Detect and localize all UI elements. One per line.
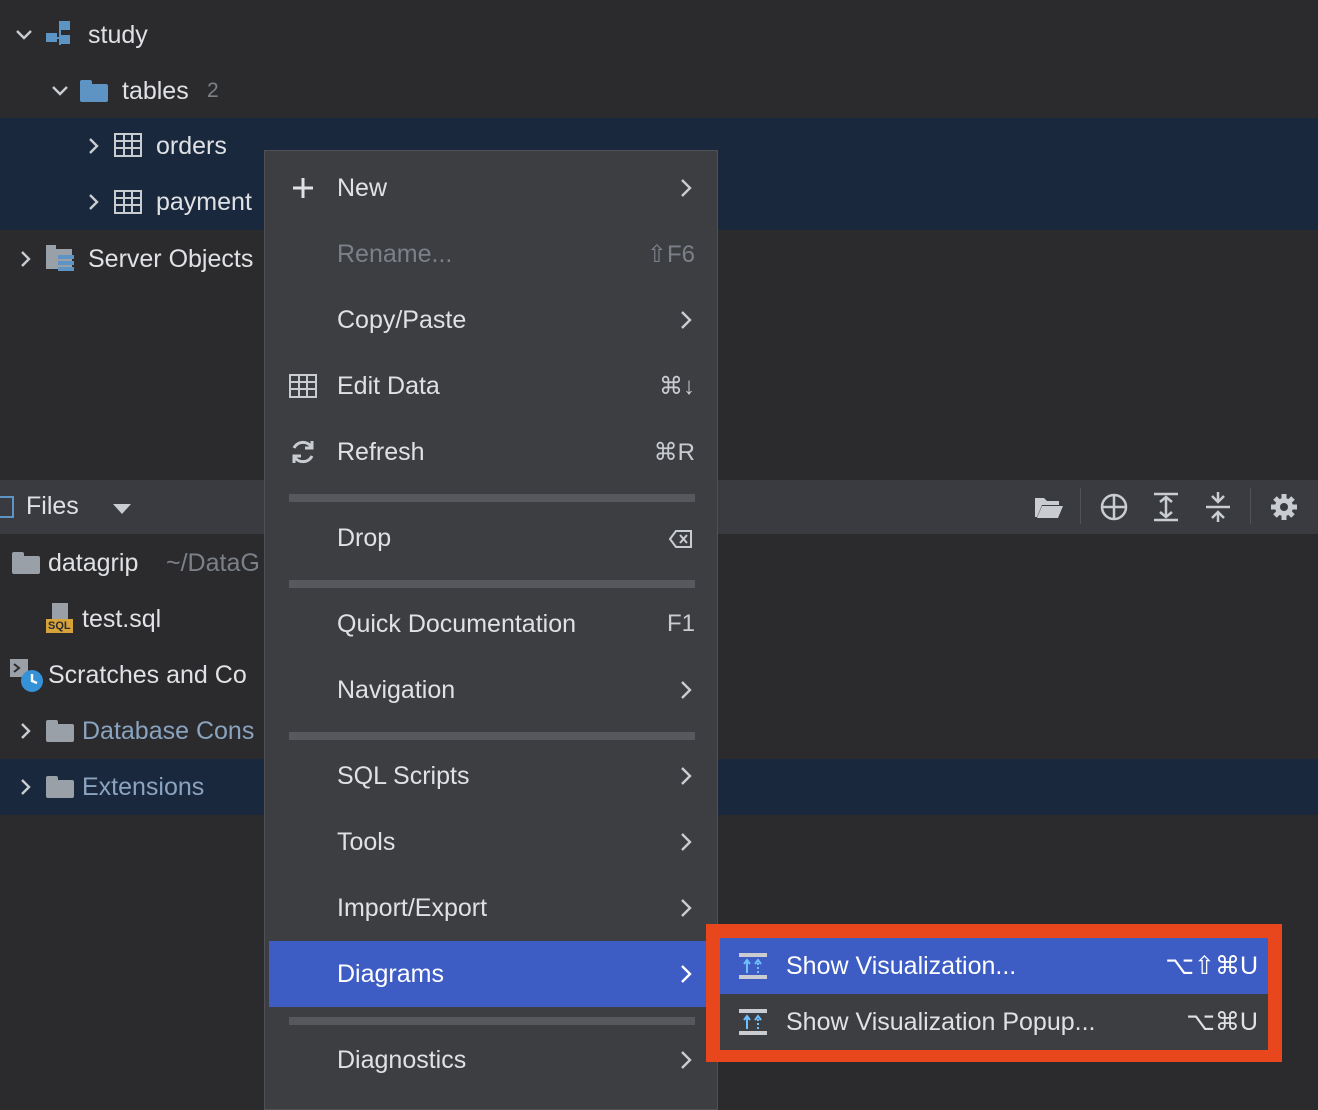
- files-label-test-sql: test.sql: [82, 604, 162, 633]
- diagram-icon: [738, 951, 768, 981]
- menu-label: Diagrams: [337, 959, 444, 988]
- menu-item-edit-data[interactable]: Edit Data ⌘↓: [269, 353, 715, 419]
- menu-shortcut: ⌘↓: [659, 372, 695, 400]
- folder-icon: [46, 720, 74, 742]
- submenu-shortcut: ⌥⌘U: [1186, 1008, 1258, 1036]
- menu-separator: [289, 580, 695, 588]
- chevron-right-icon[interactable]: [16, 721, 36, 741]
- menu-item-drop[interactable]: Drop: [269, 505, 715, 571]
- submenu-item-show-visualization[interactable]: Show Visualization... ⌥⇧⌘U: [720, 938, 1268, 994]
- menu-item-diagrams[interactable]: Diagrams: [269, 941, 715, 1007]
- submenu-shortcut: ⌥⇧⌘U: [1165, 952, 1258, 980]
- folder-icon: [12, 552, 40, 574]
- tree-label-study: study: [88, 20, 148, 49]
- tree-label-server-objects: Server Objects: [88, 244, 254, 273]
- collapse-all-icon[interactable]: [1203, 492, 1233, 522]
- diagram-icon: [738, 1007, 768, 1037]
- chevron-right-icon: [679, 897, 693, 919]
- tree-label-tables: tables: [122, 76, 189, 105]
- chevron-right-icon: [679, 831, 693, 853]
- submenu-label: Show Visualization...: [786, 951, 1017, 980]
- files-label-datagrip: datagrip: [48, 548, 139, 577]
- menu-label: Tools: [337, 827, 396, 856]
- folder-icon: [80, 80, 108, 102]
- open-folder-icon[interactable]: [1034, 492, 1064, 522]
- chevron-right-icon: [679, 309, 693, 331]
- delete-key-icon: [668, 527, 693, 556]
- menu-label: Import/Export: [337, 893, 488, 922]
- locate-icon[interactable]: [1099, 492, 1129, 522]
- files-panel-icon: [0, 496, 14, 518]
- plus-icon: [287, 172, 319, 204]
- menu-separator: [289, 494, 695, 502]
- chevron-right-icon[interactable]: [16, 777, 36, 797]
- server-objects-icon: [46, 245, 76, 280]
- menu-label: Quick Documentation: [337, 609, 577, 638]
- table-icon: [114, 190, 142, 221]
- menu-item-rename[interactable]: Rename... ⇧F6: [269, 221, 715, 287]
- menu-label: Diagnostics: [337, 1045, 467, 1074]
- menu-label: Navigation: [337, 675, 456, 704]
- gear-icon[interactable]: [1269, 492, 1299, 522]
- table-icon: [114, 133, 142, 164]
- files-panel-title[interactable]: Files: [26, 492, 79, 521]
- tree-label-payment: payment: [156, 187, 252, 216]
- tree-label-orders: orders: [156, 131, 227, 160]
- submenu-item-show-visualization-popup[interactable]: Show Visualization Popup... ⌥⌘U: [720, 994, 1268, 1050]
- chevron-right-icon: [679, 679, 693, 701]
- files-path-datagrip: ~/DataG: [166, 548, 260, 577]
- menu-label: New: [337, 173, 388, 202]
- toolbar-separator: [1250, 488, 1251, 524]
- chevron-right-icon: [679, 765, 693, 787]
- chevron-right-icon[interactable]: [16, 249, 36, 269]
- sql-file-icon: SQL: [46, 603, 76, 635]
- tree-row-study[interactable]: study: [0, 7, 1318, 63]
- menu-item-refresh[interactable]: Refresh ⌘R: [269, 419, 715, 485]
- menu-label: Edit Data: [337, 371, 440, 400]
- menu-item-quick-documentation[interactable]: Quick Documentation F1: [269, 591, 715, 657]
- files-label-database-cons: Database Cons: [82, 716, 255, 745]
- refresh-icon: [287, 436, 319, 468]
- menu-item-copy-paste[interactable]: Copy/Paste: [269, 287, 715, 353]
- chevron-right-icon[interactable]: [84, 192, 104, 212]
- menu-separator: [289, 1017, 695, 1025]
- menu-label: Copy/Paste: [337, 305, 467, 334]
- chevron-right-icon: [679, 1049, 693, 1071]
- menu-label: Drop: [337, 523, 392, 552]
- chevron-right-icon: [679, 177, 693, 199]
- folder-icon: [46, 776, 74, 798]
- menu-item-navigation[interactable]: Navigation: [269, 657, 715, 723]
- menu-shortcut: ⌘R: [653, 438, 695, 466]
- chevron-right-icon[interactable]: [84, 136, 104, 156]
- diagrams-submenu: Show Visualization... ⌥⇧⌘U Show Visualiz…: [720, 938, 1268, 1050]
- menu-separator: [289, 732, 695, 740]
- menu-item-sql-scripts[interactable]: SQL Scripts: [269, 743, 715, 809]
- schema-icon: [46, 21, 76, 49]
- files-label-scratches: Scratches and Co: [48, 660, 247, 689]
- menu-label: Rename...: [337, 239, 453, 268]
- menu-item-new[interactable]: New: [269, 155, 715, 221]
- menu-label: Refresh: [337, 437, 425, 466]
- files-dropdown-icon[interactable]: [112, 502, 132, 520]
- menu-label: SQL Scripts: [337, 761, 470, 790]
- menu-item-diagnostics[interactable]: Diagnostics: [269, 1027, 715, 1093]
- tree-row-tables[interactable]: tables 2: [0, 63, 1318, 119]
- files-label-extensions: Extensions: [82, 772, 205, 801]
- chevron-down-icon[interactable]: [50, 81, 70, 101]
- chevron-down-icon[interactable]: [14, 25, 34, 45]
- toolbar-separator: [1080, 488, 1081, 524]
- menu-item-tools[interactable]: Tools: [269, 809, 715, 875]
- chevron-right-icon: [679, 963, 693, 985]
- menu-shortcut: ⇧F6: [646, 240, 695, 268]
- menu-shortcut: F1: [666, 610, 695, 637]
- submenu-label: Show Visualization Popup...: [786, 1007, 1096, 1036]
- tables-count: 2: [207, 79, 219, 102]
- scratches-icon: [10, 659, 44, 700]
- context-menu: New Rename... ⇧F6 Copy/Paste Edit Data ⌘…: [264, 150, 718, 1110]
- menu-item-import-export[interactable]: Import/Export: [269, 875, 715, 941]
- expand-all-icon[interactable]: [1151, 492, 1181, 522]
- table-icon: [287, 370, 319, 402]
